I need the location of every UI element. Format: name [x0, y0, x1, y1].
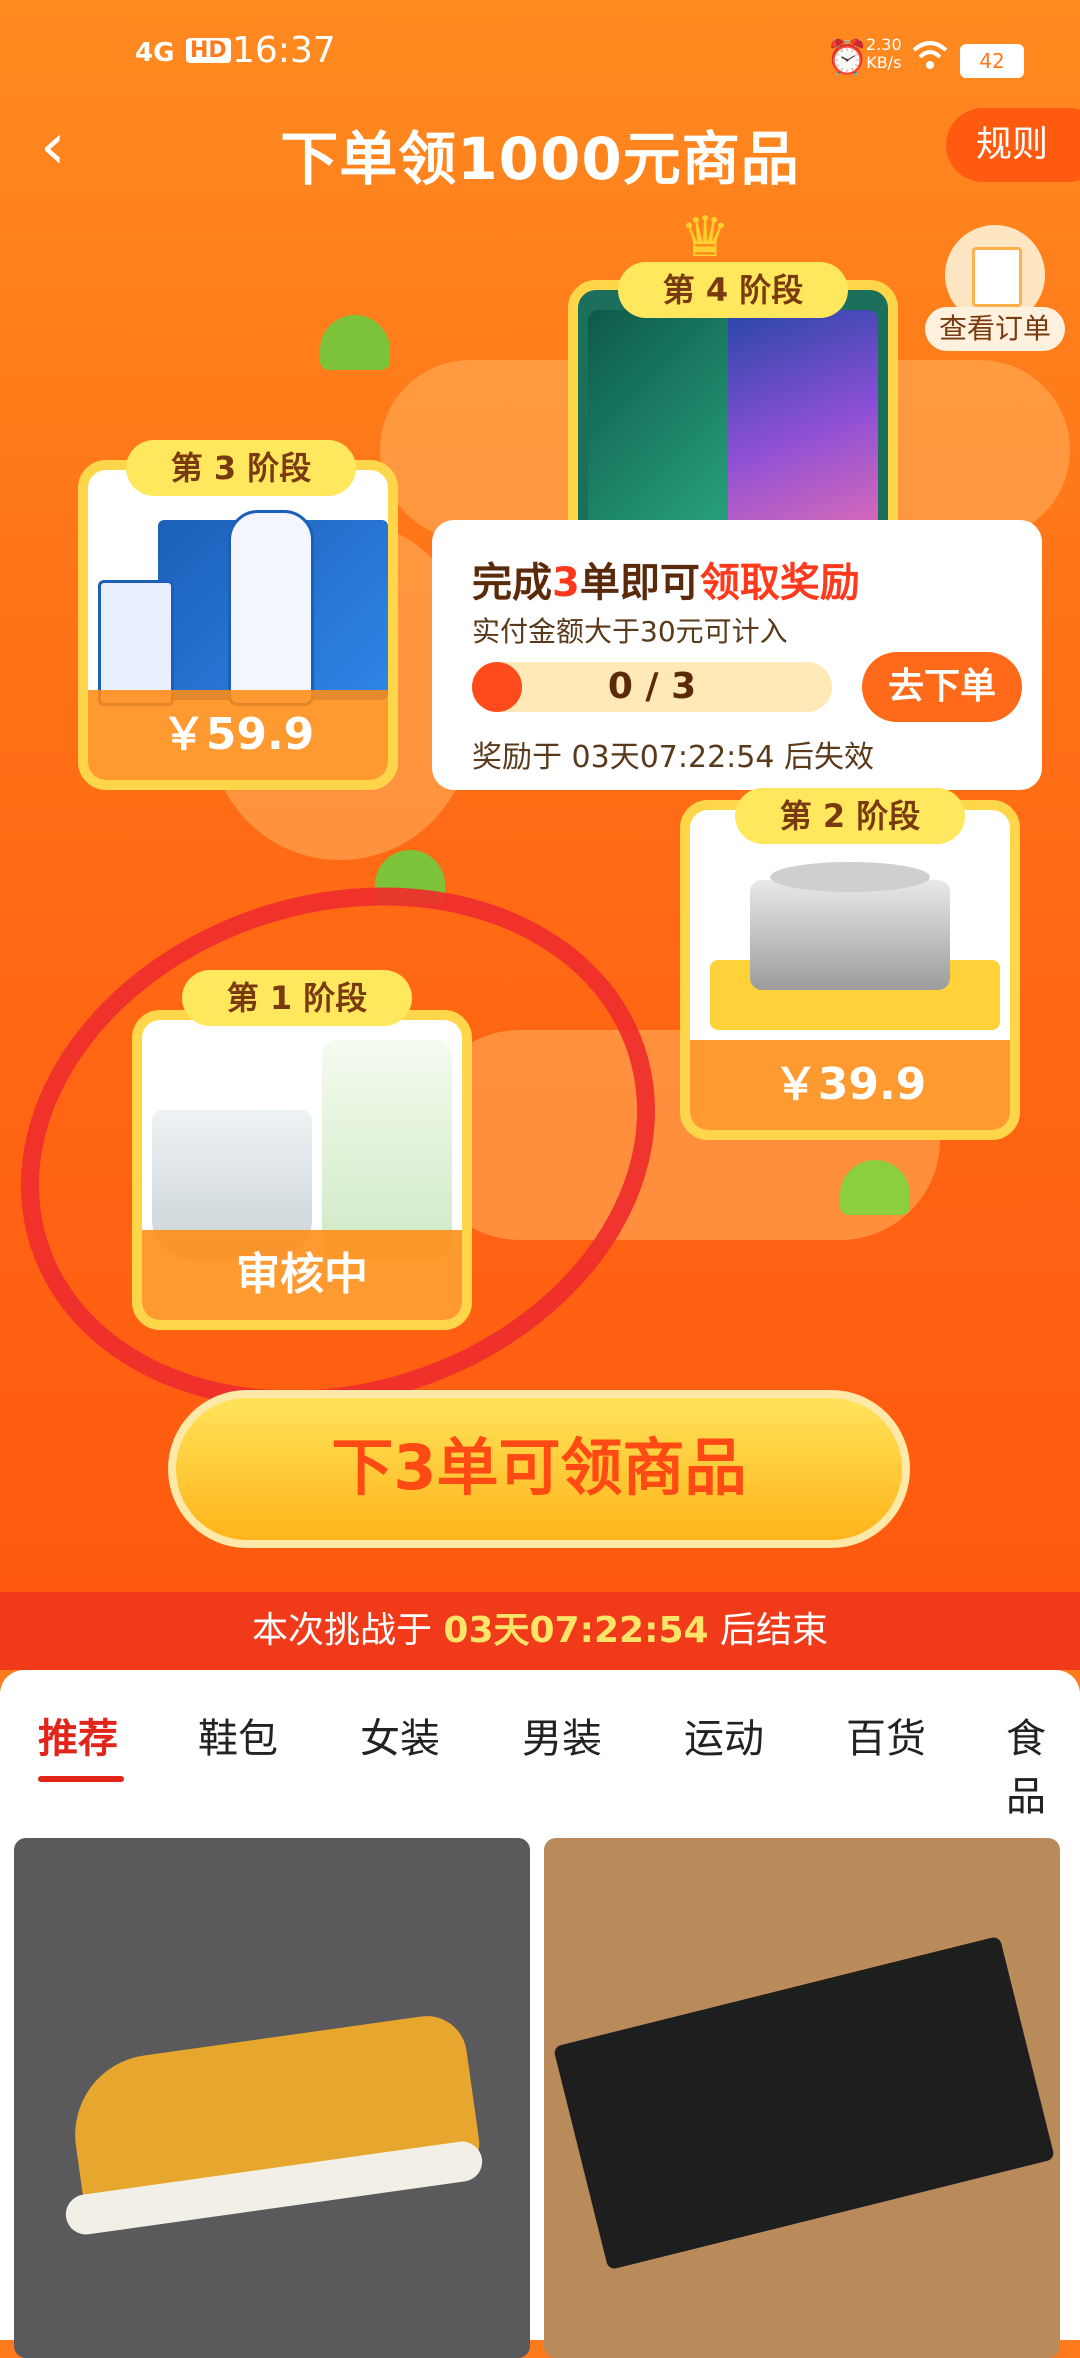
task-title-prefix: 完成 [472, 560, 552, 606]
page-title: 下单领1000元商品 [280, 125, 800, 193]
phone-back-image [588, 310, 728, 540]
stage-3-price: ￥59.9 [88, 690, 388, 780]
gift-box-image [553, 1935, 1055, 2271]
progress-text: 0 / 3 [607, 666, 697, 707]
milk-bottle-image [228, 510, 314, 706]
stage-2-price: ￥39.9 [690, 1040, 1010, 1130]
stage-2-tag: 第 2 阶段 [735, 788, 965, 844]
claim-product-button[interactable]: 下3单可领商品 [168, 1390, 910, 1548]
network-speed: 2.30 KB/s [866, 35, 902, 72]
product-card[interactable] [544, 1838, 1060, 2358]
task-title: 完成3单即可领取奖励 [472, 550, 860, 608]
task-title-reward: 领取奖励 [699, 560, 860, 606]
network-indicator: 4G [135, 38, 175, 68]
stage-2-card[interactable]: ￥39.9 [680, 800, 1020, 1140]
tab-sports[interactable]: 运动 [684, 1706, 764, 1764]
status-bar: 4G HD 16:37 ⏰ 2.30 KB/s 42 [0, 0, 1080, 110]
task-subtitle: 实付金额大于30元可计入 [472, 615, 788, 648]
rules-button[interactable]: 规则 [946, 108, 1080, 182]
product-panel: 推荐 鞋包 女装 男装 运动 百货 食品 [0, 1670, 1080, 2358]
go-order-button[interactable]: 去下单 [862, 652, 1022, 722]
challenge-prefix: 本次挑战于 [251, 1610, 444, 1651]
pot-lid-image [770, 862, 930, 892]
document-icon [972, 247, 1022, 307]
product-card[interactable] [14, 1838, 530, 2358]
tab-shoes-bags[interactable]: 鞋包 [198, 1706, 278, 1764]
tab-recommend[interactable]: 推荐 [38, 1706, 118, 1764]
task-card: 完成3单即可领取奖励 实付金额大于30元可计入 0 / 3 去下单 奖励于 03… [432, 520, 1042, 790]
stage-4-tag: 第 4 阶段 [618, 262, 848, 318]
wifi-icon-svg [912, 41, 948, 69]
tab-women[interactable]: 女装 [360, 1706, 440, 1764]
task-title-count: 3 [552, 560, 580, 606]
stage-4-card[interactable] [568, 280, 898, 550]
stage-3-card[interactable]: ￥59.9 [78, 460, 398, 790]
milk-carton-image [98, 580, 174, 706]
wifi-icon [910, 38, 950, 83]
clock: 16:37 [232, 30, 336, 71]
active-tab-indicator [38, 1776, 124, 1782]
view-orders-button[interactable]: 查看订单 [925, 225, 1065, 355]
stage-3-tag: 第 3 阶段 [126, 440, 356, 496]
challenge-countdown: 本次挑战于 03天07:22:54 后结束 [0, 1592, 1080, 1670]
phone-front-image [728, 310, 878, 540]
crown-icon: ♛ [680, 205, 731, 270]
task-title-mid: 单即可 [579, 560, 700, 606]
tab-general-goods[interactable]: 百货 [846, 1706, 926, 1764]
alarm-icon: ⏰ [826, 38, 869, 78]
category-tabs: 推荐 鞋包 女装 男装 运动 百货 食品 [0, 1670, 1080, 1820]
hd-badge: HD [186, 38, 231, 63]
challenge-time: 03天07:22:54 [443, 1610, 709, 1651]
tab-men[interactable]: 男装 [522, 1706, 602, 1764]
reward-expire-text: 奖励于 03天07:22:54 后失效 [472, 740, 874, 775]
challenge-suffix: 后结束 [708, 1610, 829, 1651]
task-progress-bar: 0 / 3 [472, 662, 832, 712]
view-orders-label: 查看订单 [925, 307, 1065, 351]
pot-image [750, 880, 950, 990]
battery-indicator: 42 [960, 44, 1024, 78]
tab-food[interactable]: 食品 [1006, 1706, 1080, 1822]
